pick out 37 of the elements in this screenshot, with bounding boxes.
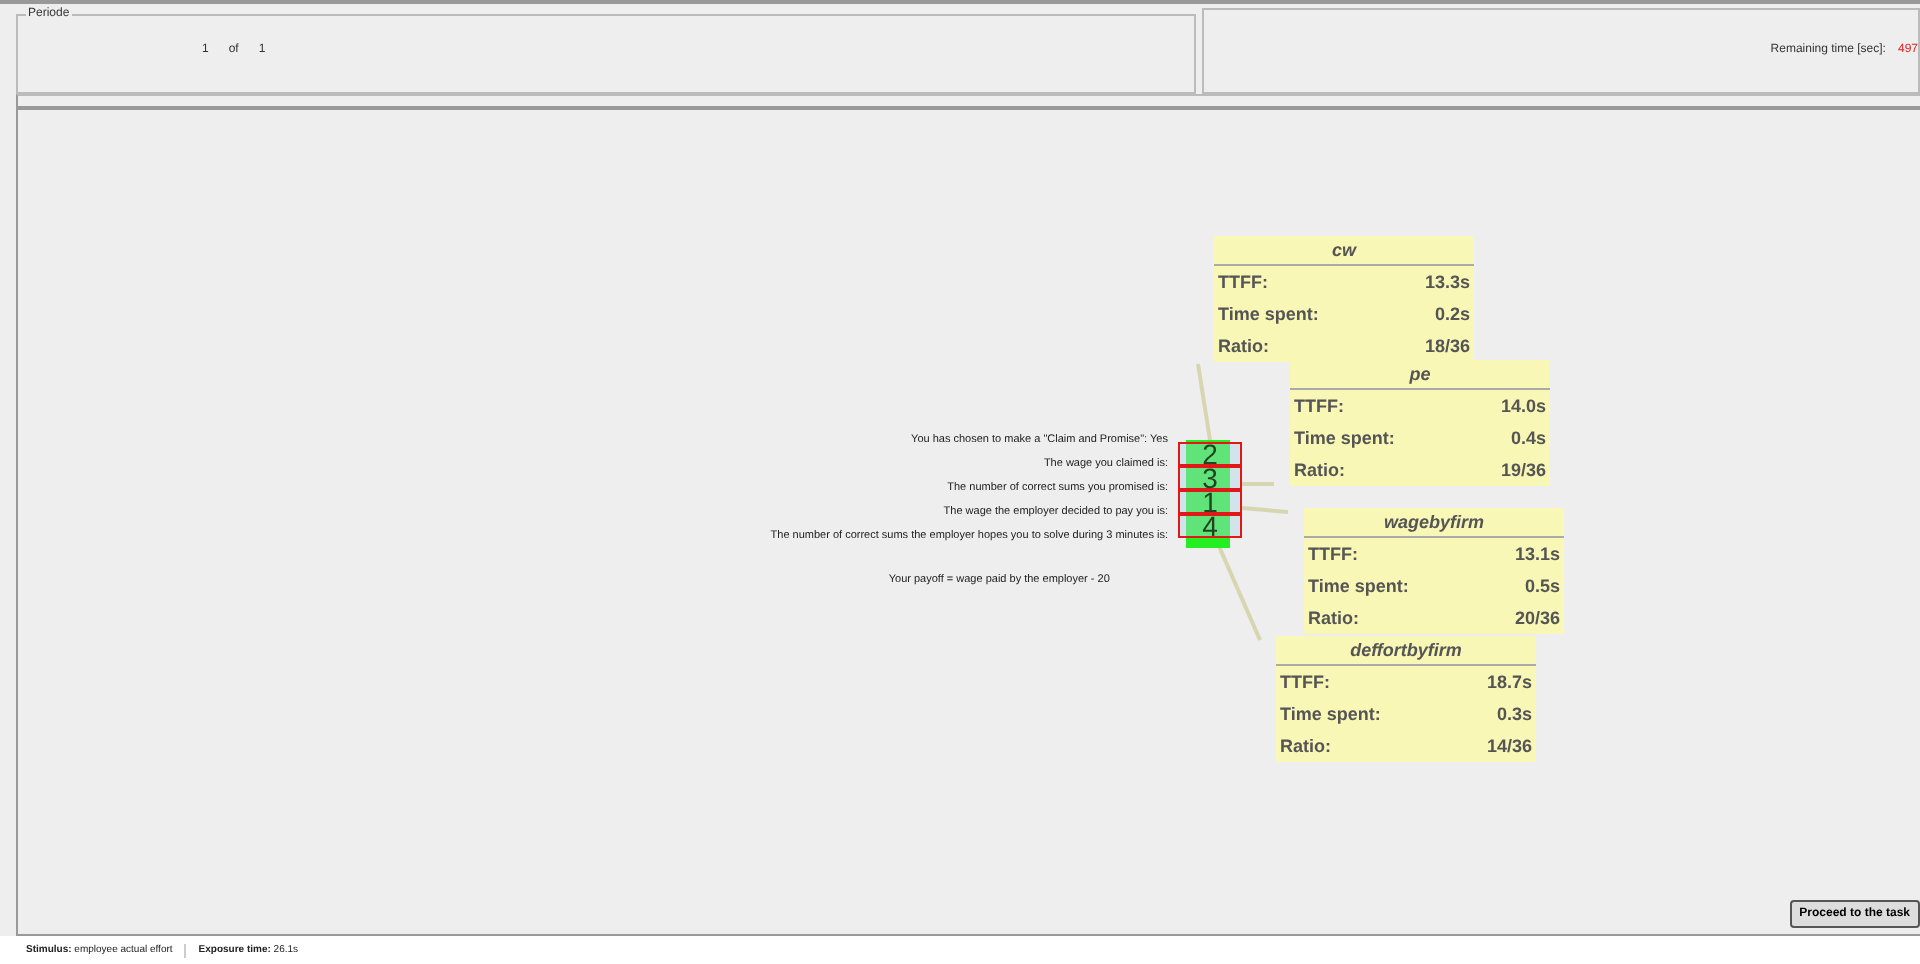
- aoi-title: cw: [1214, 236, 1474, 267]
- metric-label: TTFF:: [1218, 272, 1268, 293]
- metric-value: 0.2s: [1434, 304, 1470, 325]
- metric-value: 18/36: [1424, 336, 1470, 357]
- metric-value: 20/36: [1514, 608, 1560, 629]
- aoi-title: wagebyfirm: [1304, 508, 1564, 539]
- answer-value: 3: [1178, 466, 1242, 491]
- metric-value: 0.4s: [1510, 428, 1546, 449]
- gaze-area: [1186, 440, 1230, 549]
- answer-value: 2: [1178, 442, 1242, 467]
- answer-value: 4: [1178, 514, 1242, 539]
- metric-value: 19/36: [1500, 460, 1546, 481]
- metric-label: Ratio:: [1308, 608, 1359, 629]
- connector-line: [1242, 482, 1274, 487]
- metric-value: 0.3s: [1496, 704, 1532, 725]
- metric-label: Time spent:: [1280, 704, 1381, 725]
- aoi-title: pe: [1290, 360, 1550, 391]
- metric-value: 13.3s: [1424, 272, 1470, 293]
- metric-label: Time spent:: [1294, 428, 1395, 449]
- connector-line: [1196, 364, 1212, 442]
- metric-value: 18.7s: [1486, 672, 1532, 693]
- metric-label: TTFF:: [1294, 396, 1344, 417]
- connector-line: [1216, 544, 1262, 642]
- metric-label: Ratio:: [1280, 736, 1331, 757]
- metric-value: 14/36: [1486, 736, 1532, 757]
- metric-label: Ratio:: [1218, 336, 1269, 357]
- metric-label: TTFF:: [1308, 544, 1358, 565]
- metric-value: 0.5s: [1524, 576, 1560, 597]
- connector-line: [1241, 506, 1289, 515]
- metric-label: Time spent:: [1308, 576, 1409, 597]
- metric-label: Time spent:: [1218, 304, 1319, 325]
- aoi-title: deffortbyfirm: [1276, 636, 1536, 667]
- metric-label: TTFF:: [1280, 672, 1330, 693]
- answer-value: 1: [1178, 490, 1242, 515]
- metric-label: Ratio:: [1294, 460, 1345, 481]
- metric-value: 13.1s: [1514, 544, 1560, 565]
- metric-value: 14.0s: [1500, 396, 1546, 417]
